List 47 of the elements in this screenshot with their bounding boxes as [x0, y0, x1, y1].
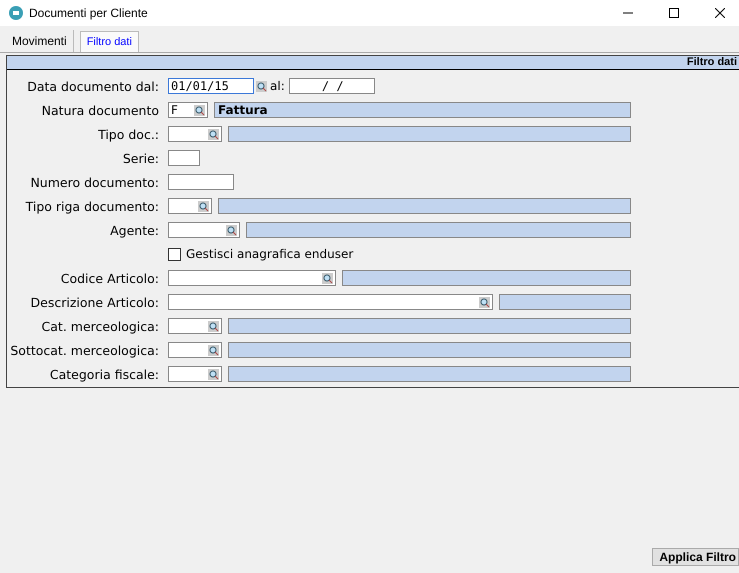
app-icon	[9, 6, 23, 20]
search-icon[interactable]	[479, 297, 490, 308]
search-icon[interactable]	[226, 225, 237, 236]
date-field[interactable]: / /	[288, 78, 375, 94]
field-label: Agente:	[109, 222, 160, 238]
search-icon[interactable]	[208, 369, 219, 380]
field-label: Sottocat. merceologica:	[9, 342, 160, 358]
code-field[interactable]: F	[168, 102, 208, 118]
search-icon[interactable]	[322, 273, 333, 284]
checkbox[interactable]	[168, 248, 181, 260]
field-label: Serie:	[122, 150, 160, 166]
code-field[interactable]	[168, 198, 212, 214]
description-field: Fattura	[214, 102, 631, 118]
search-icon[interactable]	[256, 80, 267, 92]
tab[interactable]: Movimenti	[6, 30, 74, 52]
code-field[interactable]	[168, 342, 222, 358]
search-icon[interactable]	[198, 201, 209, 212]
close-icon[interactable]	[715, 8, 725, 18]
field-label: Categoria fiscale:	[48, 366, 160, 382]
code-field[interactable]	[168, 318, 222, 334]
tab[interactable]: Filtro dati	[80, 31, 139, 52]
code-field[interactable]	[168, 294, 493, 310]
field-label: al:	[270, 79, 285, 93]
code-field[interactable]	[168, 126, 222, 142]
code-field[interactable]	[168, 222, 240, 238]
search-icon[interactable]	[208, 129, 219, 140]
maximize-icon[interactable]	[669, 8, 679, 18]
field-label: Cat. merceologica:	[40, 318, 160, 334]
field-label: Descrizione Articolo:	[30, 294, 160, 310]
apply-filter-button[interactable]: Applica Filtro	[652, 548, 739, 566]
search-icon[interactable]	[208, 345, 219, 356]
code-field[interactable]	[168, 270, 336, 286]
date-field[interactable]: 01/01/15	[168, 78, 254, 94]
code-field[interactable]	[168, 366, 222, 382]
search-icon[interactable]	[208, 321, 219, 332]
field-label: Tipo doc.:	[97, 126, 160, 142]
search-icon[interactable]	[194, 105, 205, 116]
checkbox-label: Gestisci anagrafica enduser	[186, 247, 354, 261]
field-label: Numero documento:	[29, 174, 160, 190]
input-field[interactable]	[168, 174, 234, 190]
field-label: Natura documento	[40, 102, 160, 118]
input-field[interactable]	[168, 150, 200, 166]
field-label: Data documento dal:	[26, 78, 160, 94]
panel-header: Filtro dati	[7, 56, 739, 70]
field-label: Tipo riga documento:	[24, 198, 160, 214]
window-title: Documenti per Cliente	[29, 6, 148, 20]
field-label: Codice Articolo:	[60, 270, 160, 286]
